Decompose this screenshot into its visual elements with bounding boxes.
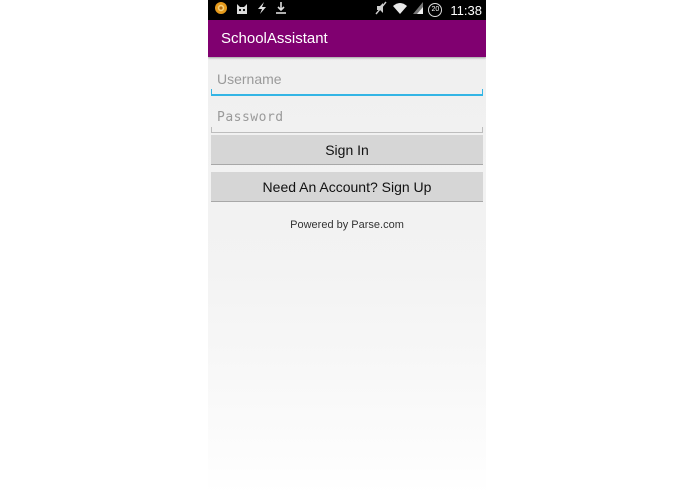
download-icon (275, 1, 287, 20)
phone-screen: 20 11:38 SchoolAssistant Sign In Need An… (208, 0, 486, 494)
wifi-icon (392, 1, 408, 20)
username-input[interactable] (211, 66, 483, 92)
action-bar: SchoolAssistant (208, 20, 486, 57)
lightning-icon (256, 1, 268, 20)
signal-icon (412, 1, 424, 20)
sign-in-button[interactable]: Sign In (211, 135, 483, 165)
orange-circle-app-icon (214, 1, 228, 20)
app-title: SchoolAssistant (221, 30, 328, 47)
mute-icon (374, 1, 388, 20)
battery-icon: 20 (428, 3, 443, 17)
status-notifications (214, 1, 287, 20)
status-system-icons: 20 11:38 (374, 1, 482, 19)
sign-up-button[interactable]: Need An Account? Sign Up (211, 172, 483, 202)
cat-face-icon (235, 1, 249, 20)
status-bar: 20 11:38 (208, 0, 486, 20)
username-field-container (211, 66, 483, 96)
password-field-container (211, 104, 483, 133)
powered-by-text: Powered by Parse.com (290, 219, 404, 231)
status-time: 11:38 (450, 2, 482, 18)
password-input[interactable] (211, 104, 483, 130)
